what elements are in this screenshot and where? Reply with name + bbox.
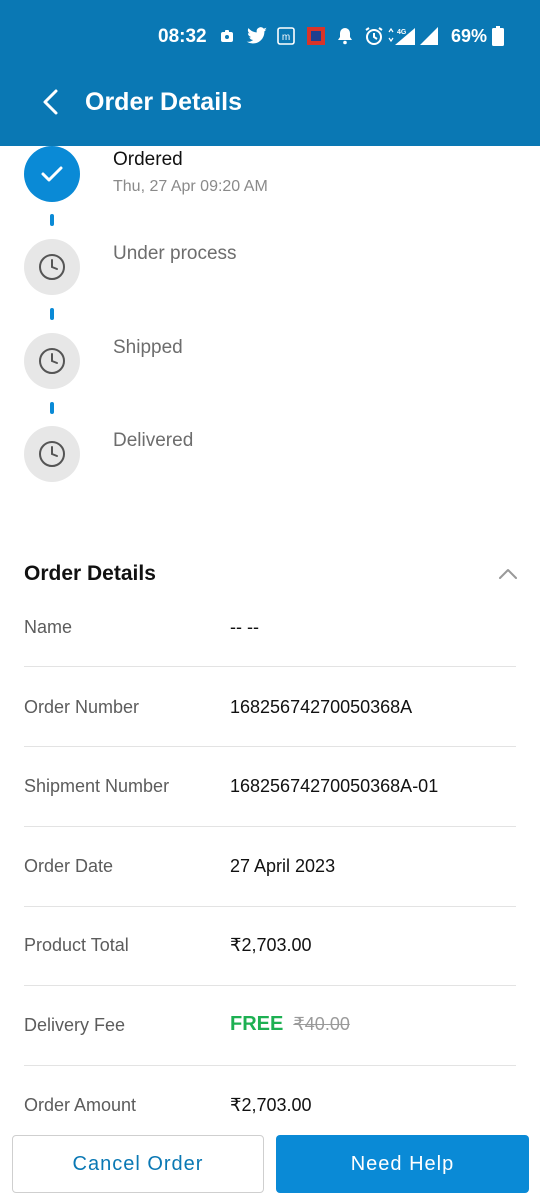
detail-value: ₹2,703.00 [230, 1095, 312, 1115]
detail-row-shipment-number: Shipment Number 16825674270050368A-01 [24, 747, 516, 827]
detail-value: 16825674270050368A [230, 697, 413, 717]
page-title: Order Details [85, 88, 243, 116]
free-badge: FREE [230, 1013, 284, 1035]
detail-row-order-date: Order Date 27 April 2023 [24, 827, 516, 907]
signal-strength-icon [419, 26, 439, 46]
detail-row-name: Name -- -- [24, 587, 516, 667]
back-arrow-icon[interactable] [36, 86, 68, 118]
clock-icon [24, 333, 80, 389]
header: 08:32 m 4G 69% Order Details [0, 0, 540, 146]
clock-icon [24, 239, 80, 295]
detail-value: 16825674270050368A-01 [230, 776, 439, 796]
section-heading: Order Details [24, 562, 156, 585]
bell-icon [337, 26, 353, 46]
timeline-connector [50, 402, 54, 414]
app-bar: Order Details [0, 72, 540, 146]
need-help-button[interactable]: Need Help [276, 1135, 529, 1193]
detail-label: Order Date [24, 856, 114, 876]
detail-value: ₹2,703.00 [230, 935, 312, 955]
status-bar: 08:32 m 4G 69% [0, 0, 540, 72]
detail-label: Name [24, 617, 73, 637]
twitter-icon [246, 26, 268, 46]
detail-label: Order Amount [24, 1095, 137, 1115]
detail-value: -- -- [230, 617, 259, 637]
battery-icon [492, 26, 504, 46]
step-label-shipped: Shipped [113, 337, 183, 358]
cancel-order-button[interactable]: Cancel Order [12, 1135, 264, 1193]
status-time: 08:32 [158, 26, 207, 47]
detail-row-product-total: Product Total ₹2,703.00 [24, 906, 516, 986]
detail-label: Product Total [24, 935, 129, 955]
step-date-ordered: Thu, 27 Apr 09:20 AM [113, 178, 268, 195]
timeline-connector [50, 308, 54, 320]
svg-text:m: m [282, 32, 290, 43]
detail-label: Order Number [24, 697, 140, 717]
signal-4g-icon: 4G [387, 26, 417, 46]
clock-icon [24, 426, 80, 482]
alarm-icon [364, 26, 384, 46]
network-label: 4G [397, 29, 407, 36]
original-fee: ₹40.00 [293, 1014, 350, 1034]
detail-row-delivery-fee: Delivery Fee FREE ₹40.00 [24, 986, 516, 1066]
detail-value: FREE ₹40.00 [230, 1013, 350, 1036]
step-label-delivered: Delivered [113, 430, 194, 451]
battery-percentage: 69% [451, 26, 488, 46]
chevron-up-icon[interactable] [496, 562, 520, 586]
step-label-under-process: Under process [113, 243, 237, 264]
timeline-connector [50, 214, 54, 226]
notification-app-icon [220, 26, 234, 46]
app-notification-icon [306, 26, 326, 46]
check-icon [24, 146, 80, 202]
detail-row-order-number: Order Number 16825674270050368A [24, 667, 516, 747]
m-app-icon: m [277, 26, 295, 46]
detail-label: Delivery Fee [24, 1015, 126, 1035]
detail-label: Shipment Number [24, 776, 170, 796]
detail-row-order-amount: Order Amount ₹2,703.00 [24, 1066, 516, 1146]
step-label-ordered: Ordered [113, 149, 183, 170]
detail-value: 27 April 2023 [230, 856, 336, 876]
